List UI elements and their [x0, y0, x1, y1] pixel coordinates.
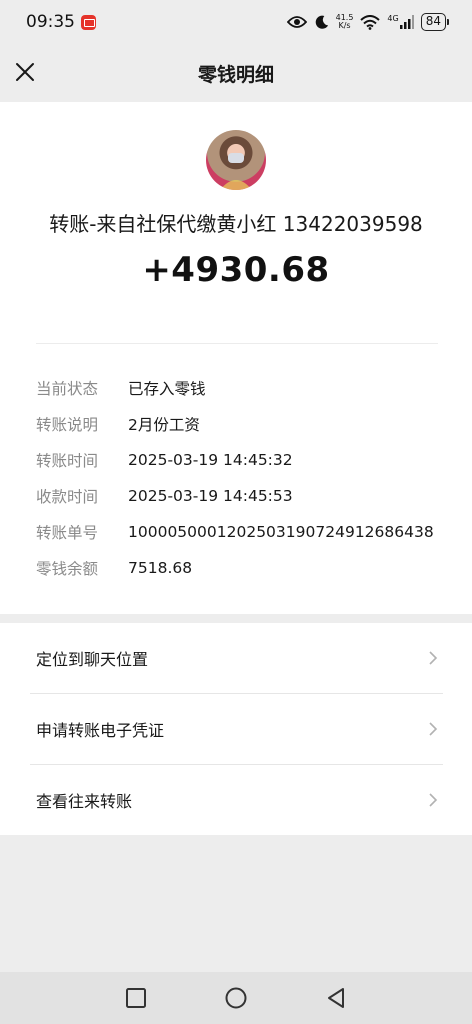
close-icon[interactable]	[12, 58, 38, 86]
wifi-icon	[360, 14, 381, 30]
detail-key: 转账单号	[36, 524, 99, 542]
detail-key: 转账说明	[36, 416, 99, 434]
status-left: 09:35	[26, 12, 96, 32]
menu-item-request-voucher[interactable]: 申请转账电子凭证	[0, 694, 472, 764]
detail-value: 2025-03-19 14:45:53	[128, 487, 293, 505]
status-time: 09:35	[26, 12, 75, 32]
detail-row-transfer-time: 转账时间 2025-03-19 14:45:32	[36, 442, 434, 478]
net-speed-unit: K/s	[338, 21, 351, 30]
detail-value: 7518.68	[128, 559, 193, 577]
menu-item-locate-chat[interactable]: 定位到聊天位置	[0, 623, 472, 693]
back-triangle-icon[interactable]	[324, 986, 348, 1010]
menu-item-view-transfers[interactable]: 查看往来转账	[0, 765, 472, 835]
transfer-source: 转账-来自社保代缴黄小红 13422039598	[49, 212, 423, 236]
divider	[36, 343, 438, 344]
page-title: 零钱明细	[197, 63, 274, 86]
moon-icon	[315, 15, 328, 29]
detail-key: 零钱余额	[36, 560, 99, 578]
chevron-right-icon	[429, 793, 438, 807]
action-menu: 定位到聊天位置 申请转账电子凭证 查看往来转账	[0, 623, 472, 835]
recents-square-icon[interactable]	[124, 986, 148, 1010]
menu-item-label: 查看往来转账	[36, 792, 133, 811]
detail-value[interactable]: 1000050001202503190724912686438	[128, 523, 434, 541]
eye-icon	[286, 16, 307, 28]
net-speed: 41.5 K/s	[336, 14, 354, 30]
home-circle-icon[interactable]	[224, 986, 248, 1010]
cell-signal-icon: 4G	[387, 14, 414, 29]
status-right: 41.5 K/s 4G 84	[286, 13, 450, 31]
system-nav-bar	[0, 972, 472, 1024]
transfer-amount: +4930.68	[142, 250, 330, 290]
detail-key: 转账时间	[36, 452, 99, 470]
detail-row-note: 转账说明 2月份工资	[36, 406, 434, 442]
avatar	[206, 130, 266, 190]
detail-value: 2月份工资	[128, 416, 200, 434]
menu-item-label: 申请转账电子凭证	[36, 721, 165, 740]
transfer-detail-card: 转账-来自社保代缴黄小红 13422039598 +4930.68 当前状态 已…	[0, 102, 472, 614]
network-type: 4G	[387, 14, 399, 23]
detail-value: 已存入零钱	[128, 380, 206, 398]
app-notification-icon	[81, 14, 96, 30]
detail-row-receive-time: 收款时间 2025-03-19 14:45:53	[36, 478, 434, 514]
chevron-right-icon	[429, 651, 438, 665]
detail-row-balance: 零钱余额 7518.68	[36, 550, 434, 586]
battery-indicator: 84	[420, 13, 450, 31]
chevron-right-icon	[429, 722, 438, 736]
detail-list: 当前状态 已存入零钱 转账说明 2月份工资 转账时间 2025-03-19 14…	[36, 370, 434, 586]
menu-item-label: 定位到聊天位置	[36, 650, 149, 669]
detail-value: 2025-03-19 14:45:32	[128, 451, 293, 469]
nav-bar: 零钱明细	[0, 44, 472, 102]
detail-row-transaction-id: 转账单号 1000050001202503190724912686438	[36, 514, 434, 550]
detail-key: 当前状态	[36, 380, 99, 398]
status-bar: 09:35 41.5 K/s 4G 84	[0, 0, 472, 44]
detail-row-status: 当前状态 已存入零钱	[36, 370, 434, 406]
detail-key: 收款时间	[36, 488, 99, 506]
